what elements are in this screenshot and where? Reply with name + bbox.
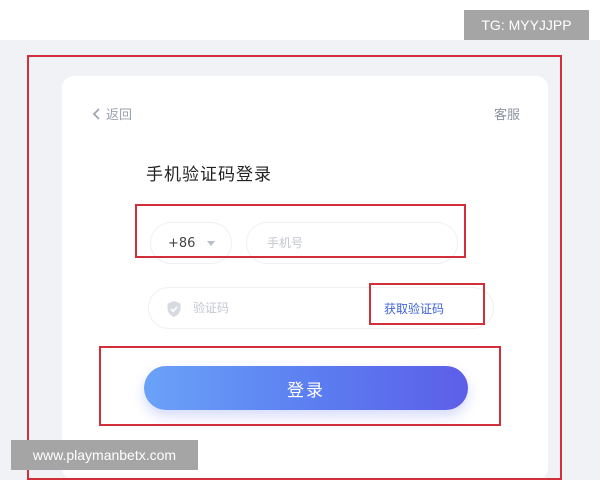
phone-input[interactable] xyxy=(246,222,458,264)
get-code-button[interactable]: 获取验证码 xyxy=(384,300,444,317)
page-title: 手机验证码登录 xyxy=(146,165,272,185)
top-watermark-tag: TG: MYYJJPP xyxy=(464,10,589,40)
back-link[interactable]: 返回 xyxy=(92,104,132,123)
bottom-watermark-tag: www.playmanbetx.com xyxy=(11,440,198,470)
country-code-select[interactable]: +86 xyxy=(150,222,232,264)
customer-service-link[interactable]: 客服 xyxy=(494,104,520,123)
country-code-value: +86 xyxy=(168,235,196,251)
back-link-label: 返回 xyxy=(106,108,133,123)
shield-icon xyxy=(167,301,181,317)
login-card xyxy=(62,76,548,480)
code-input[interactable] xyxy=(193,288,373,328)
caret-down-icon xyxy=(207,240,216,246)
login-button[interactable]: 登录 xyxy=(144,366,468,410)
chevron-left-icon xyxy=(92,107,100,120)
